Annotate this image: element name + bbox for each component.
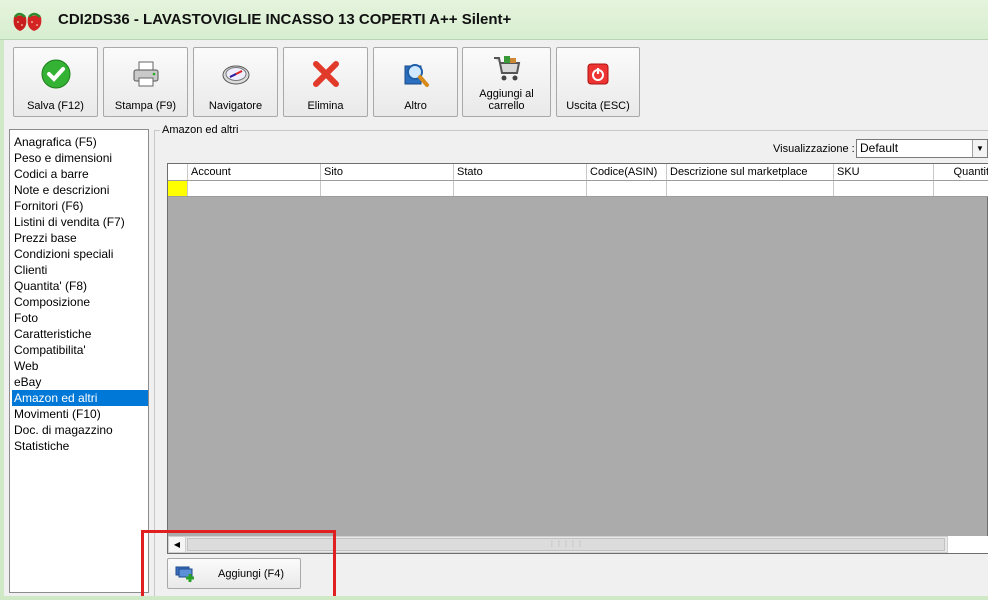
column-header-asin[interactable]: Codice(ASIN) (587, 164, 667, 180)
sidebar-item-condizioni-speciali[interactable]: Condizioni speciali (12, 246, 148, 262)
sidebar-item-statistiche[interactable]: Statistiche (12, 438, 148, 454)
print-button-label: Stampa (F9) (114, 100, 177, 112)
delete-button-label: Elimina (307, 100, 344, 112)
print-button[interactable]: Stampa (F9) (103, 47, 188, 117)
column-header-sito[interactable]: Sito (321, 164, 454, 180)
save-button[interactable]: Salva (F12) (13, 47, 98, 117)
column-header-account[interactable]: Account (188, 164, 321, 180)
table-cell[interactable] (188, 181, 321, 196)
sidebar-item-quantita[interactable]: Quantita' (F8) (12, 278, 148, 294)
sidebar-item-peso-dimensioni[interactable]: Peso e dimensioni (12, 150, 148, 166)
sidebar-item-listini-vendita[interactable]: Listini di vendita (F7) (12, 214, 148, 230)
grid-header: Account Sito Stato Codice(ASIN) Descrizi… (168, 164, 988, 181)
view-select[interactable]: Default ▼ (856, 139, 988, 158)
highlight-box (141, 530, 336, 600)
table-cell[interactable] (587, 181, 667, 196)
cart-icon (493, 56, 520, 81)
scrollbar-corner (948, 536, 988, 553)
exit-button[interactable]: Uscita (ESC) (556, 47, 640, 117)
chevron-down-icon[interactable]: ▼ (972, 140, 987, 157)
more-button[interactable]: Altro (373, 47, 458, 117)
sidebar-item-amazon[interactable]: Amazon ed altri (12, 390, 148, 406)
printer-icon (133, 61, 158, 87)
sidebar-item-caratteristiche[interactable]: Caratteristiche (12, 326, 148, 342)
sidebar-item-doc-magazzino[interactable]: Doc. di magazzino (12, 422, 148, 438)
view-label: Visualizzazione : (773, 143, 855, 155)
table-cell[interactable] (667, 181, 834, 196)
row-indicator[interactable] (168, 181, 188, 196)
delete-x-icon (312, 61, 339, 87)
sidebar-item-web[interactable]: Web (12, 358, 148, 374)
sidebar-item-clienti[interactable]: Clienti (12, 262, 148, 278)
table-row[interactable] (168, 181, 988, 197)
add-to-cart-button[interactable]: Aggiungi al carrello (462, 47, 551, 117)
group-title: Amazon ed altri (160, 124, 241, 136)
sidebar-item-note-descrizioni[interactable]: Note e descrizioni (12, 182, 148, 198)
sidebar-item-foto[interactable]: Foto (12, 310, 148, 326)
title-bar: CDI2DS36 - LAVASTOVIGLIE INCASSO 13 COPE… (0, 0, 988, 40)
frame-edge-bottom (0, 596, 988, 600)
frame-edge (0, 40, 4, 600)
compass-icon (222, 65, 249, 85)
table-cell[interactable] (454, 181, 587, 196)
navigator-button[interactable]: Navigatore (193, 47, 278, 117)
sidebar-item-compatibilita[interactable]: Compatibilita' (12, 342, 148, 358)
exit-button-label: Uscita (ESC) (566, 100, 630, 112)
sidebar-item-ebay[interactable]: eBay (12, 374, 148, 390)
table-cell[interactable] (934, 181, 988, 196)
sidebar-item-anagrafica[interactable]: Anagrafica (F5) (12, 134, 148, 150)
window-title: CDI2DS36 - LAVASTOVIGLIE INCASSO 13 COPE… (58, 11, 512, 28)
add-to-cart-button-label: Aggiungi al carrello (479, 88, 534, 112)
column-header-quantita[interactable]: Quantit (934, 164, 988, 180)
view-select-value: Default (860, 141, 899, 155)
sidebar-item-movimenti[interactable]: Movimenti (F10) (12, 406, 148, 422)
table-cell[interactable] (834, 181, 934, 196)
column-header-stato[interactable]: Stato (454, 164, 587, 180)
magnifier-icon (404, 64, 429, 87)
delete-button[interactable]: Elimina (283, 47, 368, 117)
column-header-sku[interactable]: SKU (834, 164, 934, 180)
power-icon (587, 63, 609, 85)
marketplace-grid[interactable]: Account Sito Stato Codice(ASIN) Descrizi… (167, 163, 988, 554)
sidebar-item-codici-barre[interactable]: Codici a barre (12, 166, 148, 182)
navigator-button-label: Navigatore (208, 100, 263, 112)
header-corner (168, 164, 188, 180)
section-list[interactable]: Anagrafica (F5) Peso e dimensioni Codici… (9, 129, 149, 593)
sidebar-item-prezzi-base[interactable]: Prezzi base (12, 230, 148, 246)
more-button-label: Altro (404, 100, 427, 112)
save-button-label: Salva (F12) (27, 100, 84, 112)
sidebar-item-fornitori[interactable]: Fornitori (F6) (12, 198, 148, 214)
column-header-descrizione[interactable]: Descrizione sul marketplace (667, 164, 834, 180)
checkmark-icon (41, 59, 70, 89)
sidebar-item-composizione[interactable]: Composizione (12, 294, 148, 310)
table-cell[interactable] (321, 181, 454, 196)
strawberry-icon (13, 12, 42, 31)
